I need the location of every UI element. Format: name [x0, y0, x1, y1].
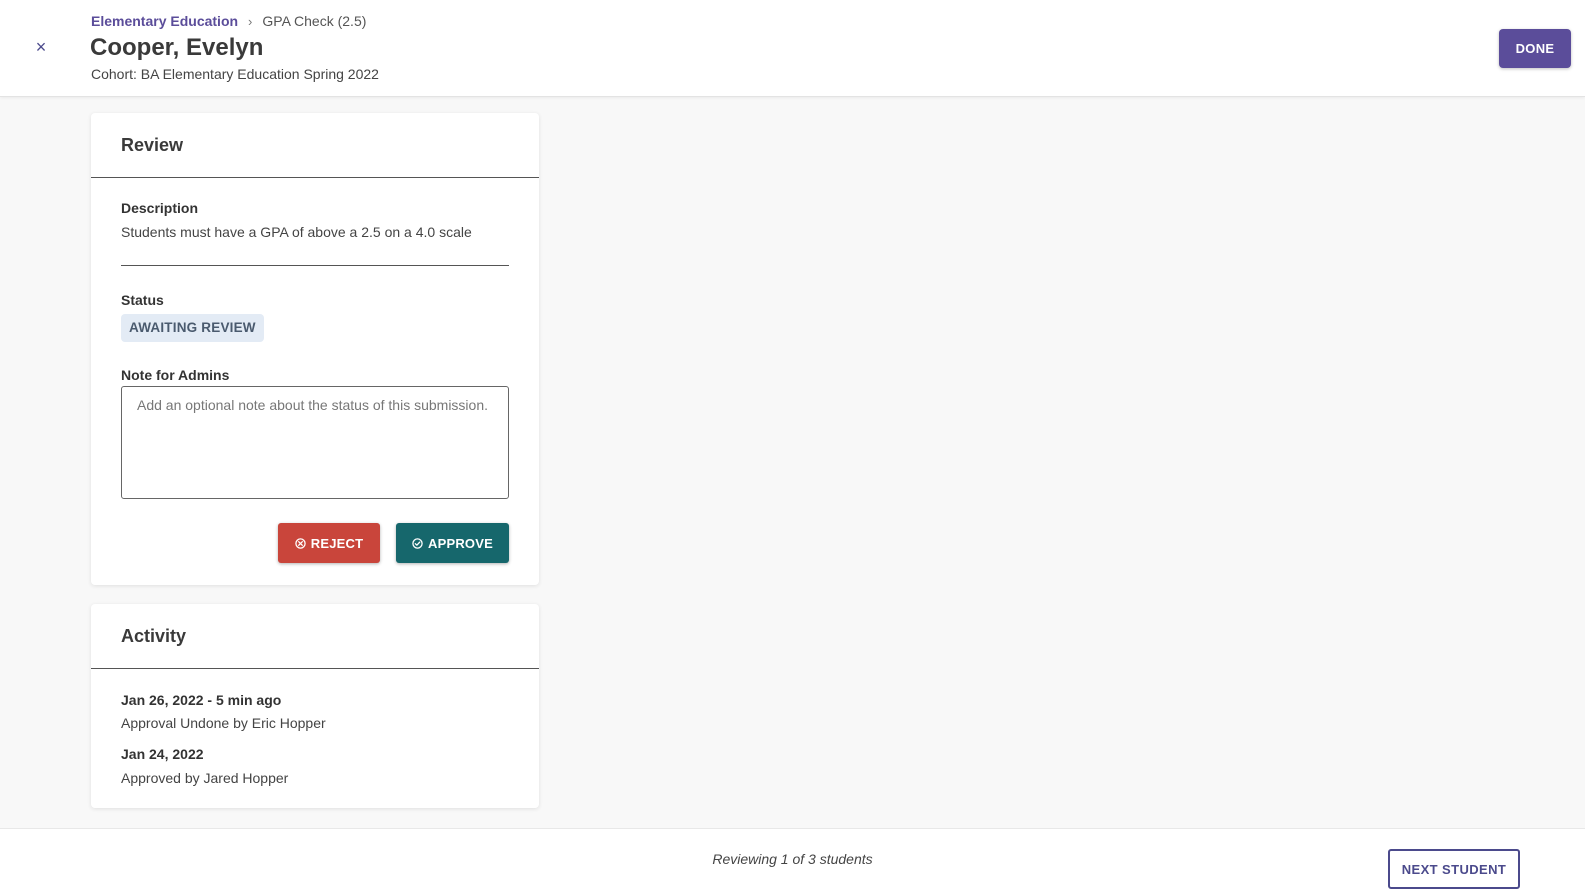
review-progress-text: Reviewing 1 of 3 students [712, 851, 873, 867]
status-label: Status [121, 292, 164, 308]
done-button[interactable]: DONE [1499, 29, 1571, 68]
reject-label: REJECT [310, 535, 364, 551]
breadcrumb-current: GPA Check (2.5) [262, 13, 367, 29]
page-title: Cooper, Evelyn [90, 34, 264, 61]
status-badge: AWAITING REVIEW [121, 314, 264, 342]
close-icon[interactable]: × [30, 36, 52, 58]
activity-card: Activity Jan 26, 2022 - 5 min ago Approv… [91, 604, 539, 808]
reject-button[interactable]: REJECT [278, 523, 380, 563]
chevron-right-icon: › [248, 13, 253, 29]
admin-note-input[interactable] [121, 386, 509, 499]
activity-date: Jan 26, 2022 - 5 min ago [121, 692, 282, 708]
activity-title: Activity [121, 626, 187, 646]
activity-card-header: Activity [91, 604, 539, 669]
approve-label: APPROVE [428, 535, 493, 551]
next-student-button[interactable]: NEXT STUDENT [1388, 849, 1520, 889]
cohort-label: Cohort: BA Elementary Education Spring 2… [91, 66, 379, 82]
description-text: Students must have a GPA of above a 2.5 … [121, 224, 472, 240]
activity-date: Jan 24, 2022 [121, 746, 204, 762]
breadcrumb: Elementary Education › GPA Check (2.5) [91, 13, 366, 29]
review-card: Review Description Students must have a … [91, 113, 539, 585]
footer: Reviewing 1 of 3 students NEXT STUDENT [0, 828, 1585, 895]
review-title: Review [121, 135, 184, 155]
note-label: Note for Admins [121, 367, 230, 383]
description-label: Description [121, 200, 199, 216]
approve-button[interactable]: APPROVE [396, 523, 509, 563]
header: × Elementary Education › GPA Check (2.5)… [0, 0, 1585, 97]
divider [121, 265, 509, 266]
check-circle-icon [412, 537, 423, 549]
breadcrumb-link-program[interactable]: Elementary Education [91, 13, 238, 29]
activity-text: Approved by Jared Hopper [121, 770, 289, 786]
x-circle-icon [295, 537, 306, 549]
review-card-header: Review [91, 113, 539, 178]
activity-text: Approval Undone by Eric Hopper [121, 715, 326, 731]
